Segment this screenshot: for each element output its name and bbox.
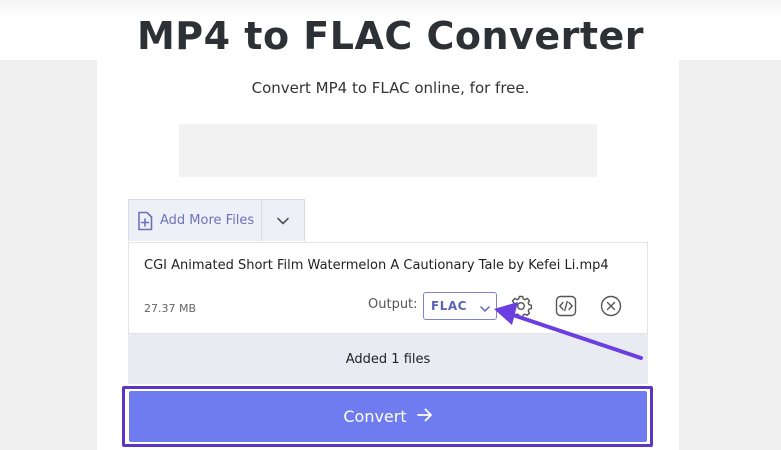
add-files-control: Add More Files bbox=[128, 199, 305, 241]
add-more-files-label: Add More Files bbox=[160, 213, 255, 228]
add-more-files-button[interactable]: Add More Files bbox=[129, 200, 262, 241]
file-card: CGI Animated Short Film Watermelon A Cau… bbox=[128, 242, 648, 334]
chevron-down-icon bbox=[479, 300, 491, 319]
add-files-dropdown-button[interactable] bbox=[262, 200, 304, 241]
output-label: Output: bbox=[368, 297, 418, 312]
file-plus-icon bbox=[136, 211, 154, 231]
status-bar: Added 1 files bbox=[128, 334, 648, 384]
output-format-value: FLAC bbox=[431, 299, 467, 313]
code-icon[interactable] bbox=[554, 294, 578, 318]
arrow-right-icon bbox=[407, 408, 433, 425]
convert-button[interactable]: Convert bbox=[129, 391, 647, 442]
file-size: 27.37 MB bbox=[144, 302, 197, 315]
output-format-select[interactable]: FLAC bbox=[423, 292, 497, 320]
ad-placeholder bbox=[179, 124, 597, 177]
file-name: CGI Animated Short Film Watermelon A Cau… bbox=[144, 258, 609, 273]
page-title: MP4 to FLAC Converter bbox=[136, 14, 645, 58]
added-files-status: Added 1 files bbox=[345, 351, 431, 367]
close-circle-icon[interactable] bbox=[599, 294, 623, 318]
gear-icon[interactable] bbox=[509, 294, 533, 318]
page-subtitle: Convert MP4 to FLAC online, for free. bbox=[251, 79, 530, 97]
chevron-down-icon bbox=[276, 211, 290, 230]
convert-label: Convert bbox=[343, 407, 407, 426]
